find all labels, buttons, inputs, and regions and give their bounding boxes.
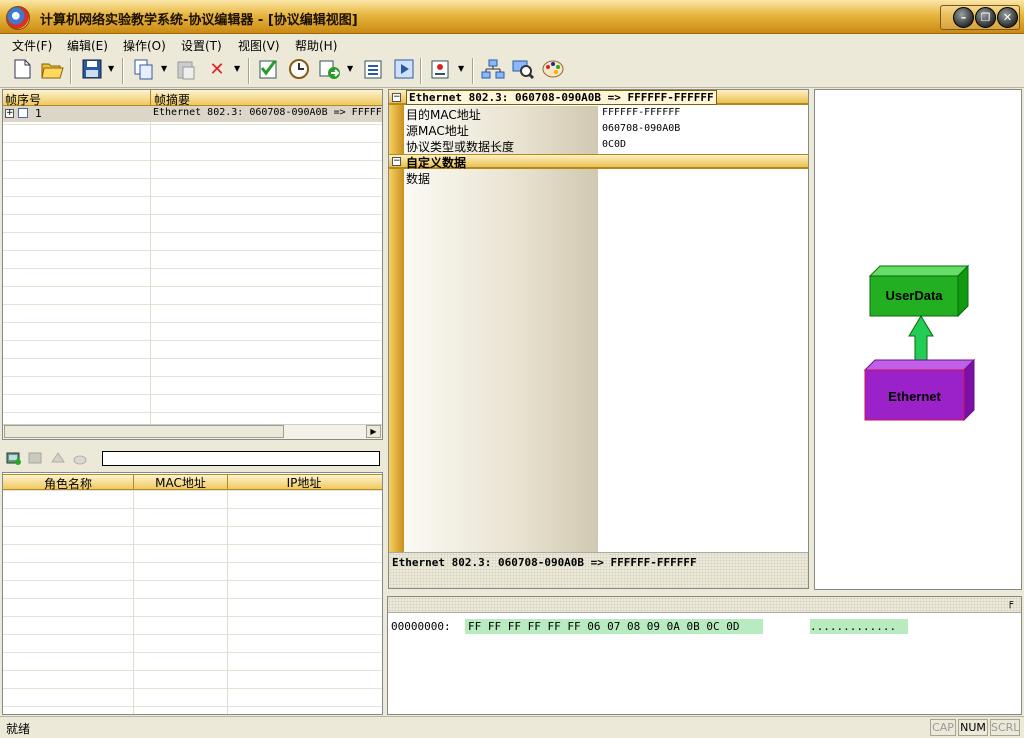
checklist-icon[interactable] xyxy=(256,58,280,82)
minimize-icon[interactable]: – xyxy=(953,7,974,28)
hex-bytes[interactable]: FF FF FF FF FF FF 06 07 08 09 0A 0B 0C 0… xyxy=(465,619,763,634)
frame-summary-cell: Ethernet 802.3: 060708-090A0B => FFFFF xyxy=(153,107,381,118)
network-icon[interactable] xyxy=(481,58,505,82)
card-icon[interactable] xyxy=(428,58,452,82)
frames-table-header xyxy=(3,90,382,106)
toolbar-separator xyxy=(472,58,474,84)
ethernet-box-top xyxy=(863,359,976,371)
add-role-icon[interactable] xyxy=(6,450,22,466)
delete-icon[interactable]: ✕ xyxy=(205,58,229,82)
pin-icon[interactable]: ╒ xyxy=(1007,598,1013,609)
status-bar xyxy=(0,716,1024,738)
save-icon[interactable] xyxy=(80,58,104,82)
data-field-label: 数据 xyxy=(406,172,431,186)
frame-index-cell: 1 xyxy=(35,107,42,120)
up-arrow xyxy=(908,315,934,365)
cap-indicator: CAP xyxy=(930,719,956,736)
edit-role-icon[interactable] xyxy=(28,450,44,466)
new-file-icon[interactable] xyxy=(10,58,34,82)
card-dropdown-icon[interactable]: ▼ xyxy=(458,64,466,73)
summary-text: Ethernet 802.3: 060708-090A0B => FFFFFF-… xyxy=(392,556,697,569)
column-divider xyxy=(150,106,151,424)
send-dropdown-icon[interactable]: ▼ xyxy=(347,64,355,73)
app-logo-icon[interactable] xyxy=(6,6,30,30)
ethernet-label: Ethernet xyxy=(888,389,941,404)
collapse-icon[interactable]: − xyxy=(392,93,401,102)
column-divider xyxy=(227,490,228,714)
window-title: 计算机网络实验教学系统-协议编辑器 - [协议编辑视图] xyxy=(40,13,358,28)
restore-icon[interactable]: ❐ xyxy=(975,7,996,28)
checkbox-icon[interactable] xyxy=(18,108,28,118)
ethernet-box-side xyxy=(963,358,975,422)
ethernet-header-label: Ethernet 802.3: 060708-090A0B => FFFFFF-… xyxy=(406,90,717,105)
open-folder-icon[interactable] xyxy=(40,58,64,82)
copy-icon[interactable] xyxy=(132,58,156,82)
userdata-label: UserData xyxy=(885,288,943,303)
scroll-thumb[interactable] xyxy=(4,425,284,438)
type-length-label: 协议类型或数据长度 xyxy=(406,140,515,154)
list-icon[interactable] xyxy=(361,58,385,82)
search-network-icon[interactable] xyxy=(511,58,535,82)
hex-ascii[interactable]: ............. xyxy=(810,619,908,634)
menu-file[interactable]: 文件(F) xyxy=(12,37,52,54)
close-icon[interactable]: ✕ xyxy=(997,7,1018,28)
scrl-indicator: SCRL xyxy=(990,719,1020,736)
dest-mac-label: 目的MAC地址 xyxy=(406,108,481,122)
toolbar-separator xyxy=(248,58,250,84)
clear-role-icon[interactable] xyxy=(72,450,88,466)
menu-settings[interactable]: 设置(T) xyxy=(181,37,222,54)
frames-table-body xyxy=(3,106,382,424)
toolbar-separator xyxy=(70,58,72,84)
status-text: 就绪 xyxy=(6,722,31,736)
copy-dropdown-icon[interactable]: ▼ xyxy=(161,64,169,73)
save-dropdown-icon[interactable]: ▼ xyxy=(108,64,116,73)
mac-header[interactable]: MAC地址 xyxy=(133,474,227,491)
clock-icon[interactable] xyxy=(287,58,311,82)
menu-view[interactable]: 视图(V) xyxy=(238,37,280,54)
custom-data-header-label: 自定义数据 xyxy=(406,156,467,170)
expand-icon[interactable]: + xyxy=(5,109,14,118)
src-mac-value[interactable]: 060708-090A0B xyxy=(602,123,680,134)
menu-help[interactable]: 帮助(H) xyxy=(295,37,337,54)
toolbar-separator xyxy=(122,58,124,84)
delete-dropdown-icon[interactable]: ▼ xyxy=(234,64,242,73)
play-icon[interactable] xyxy=(392,58,416,82)
hex-panel xyxy=(387,596,1022,715)
menu-operate[interactable]: 操作(O) xyxy=(123,37,166,54)
palette-icon[interactable] xyxy=(541,58,565,82)
remove-role-icon[interactable] xyxy=(50,450,66,466)
send-packet-icon[interactable] xyxy=(318,58,342,82)
dest-mac-value[interactable]: FFFFFF-FFFFFF xyxy=(602,107,680,118)
column-divider xyxy=(133,490,134,714)
hex-panel-titlebar xyxy=(388,597,1021,613)
ip-header[interactable]: IP地址 xyxy=(227,474,380,491)
scroll-right-icon[interactable]: ▶ xyxy=(366,425,381,438)
roles-table-body xyxy=(3,490,382,714)
field-name-column xyxy=(404,106,598,552)
toolbar-separator xyxy=(420,58,422,84)
role-search-input[interactable] xyxy=(102,451,380,466)
hex-offset: 00000000: xyxy=(391,620,451,633)
num-indicator: NUM xyxy=(958,719,988,736)
src-mac-label: 源MAC地址 xyxy=(406,124,469,138)
collapse-icon[interactable]: − xyxy=(392,157,401,166)
type-length-value[interactable]: 0C0D xyxy=(602,139,626,150)
userdata-box-top xyxy=(868,265,970,277)
column-divider xyxy=(150,90,151,106)
paste-icon[interactable] xyxy=(174,58,198,82)
menu-edit[interactable]: 编辑(E) xyxy=(67,37,108,54)
